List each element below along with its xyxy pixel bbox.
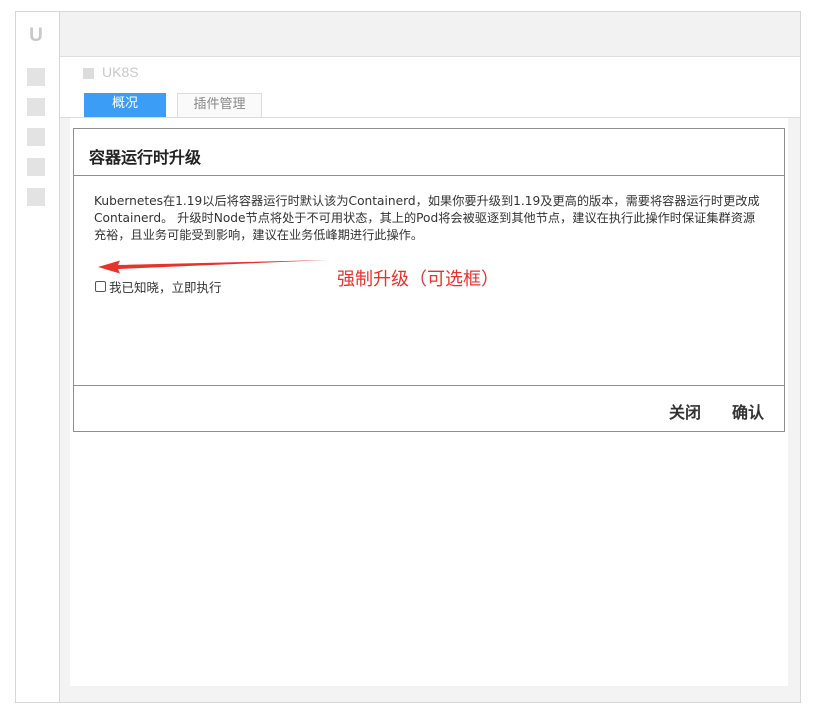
top-bar [60, 12, 800, 57]
dialog-header: 容器运行时升级 [74, 129, 784, 176]
page-header: UK8S 概况 插件管理 [60, 57, 800, 118]
tab-plugin-management[interactable]: 插件管理 [177, 93, 262, 117]
dialog-footer: 关闭 确认 [74, 385, 784, 432]
nav-square-icon[interactable] [27, 188, 45, 206]
close-button[interactable]: 关闭 [669, 399, 701, 423]
confirm-checkbox[interactable] [95, 280, 106, 292]
annotation-arrow-icon [98, 260, 328, 274]
nav-square-icon[interactable] [27, 98, 45, 116]
nav-square-icon[interactable] [27, 158, 45, 176]
product-icon [83, 68, 94, 79]
brand-logo: U [29, 25, 43, 46]
annotation-label: 强制升级（可选框） [337, 269, 499, 290]
dialog-description: Kubernetes在1.19以后将容器运行时默认该为Containerd，如果… [94, 194, 760, 242]
confirm-checkbox-label: 我已知晓，立即执行 [109, 279, 222, 295]
nav-square-icon[interactable] [27, 128, 45, 146]
product-name: UK8S [102, 64, 139, 80]
confirm-button[interactable]: 确认 [732, 399, 764, 423]
confirm-checkbox-row[interactable]: 我已知晓，立即执行 [95, 278, 222, 295]
tab-overview[interactable]: 概况 [84, 93, 166, 117]
nav-square-icon[interactable] [27, 68, 45, 86]
dialog-title: 容器运行时升级 [89, 148, 202, 167]
